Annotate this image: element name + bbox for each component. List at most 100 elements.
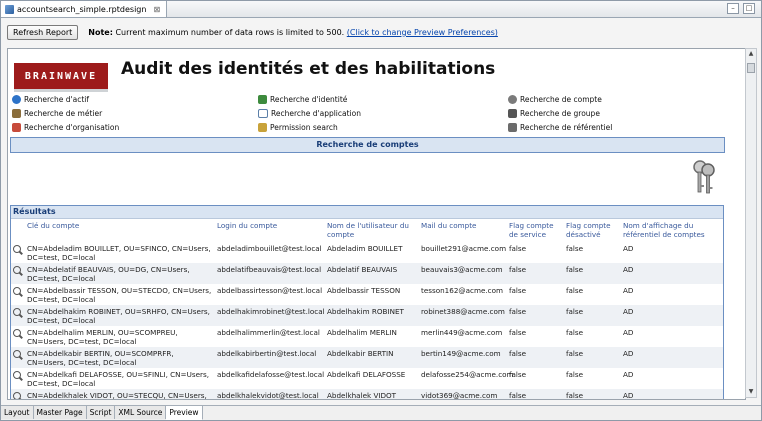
table-cell: AD bbox=[623, 328, 634, 337]
nav-link-metier[interactable]: Recherche de métier bbox=[12, 109, 102, 118]
table-cell: CN=Abdelkhalek VIDOT, OU=STECQU, CN=User… bbox=[25, 389, 215, 399]
table-cell: false bbox=[509, 370, 527, 379]
table-cell: false bbox=[564, 347, 621, 368]
vertical-scrollbar[interactable]: ▲ ▼ bbox=[745, 48, 757, 398]
table-cell: robinet388@acme.com bbox=[419, 305, 507, 326]
people-icon bbox=[258, 95, 267, 104]
column-header: Nom d'affichage du référentiel de compte… bbox=[623, 221, 705, 239]
note-label: Note: bbox=[88, 28, 113, 37]
nav-link-actif[interactable]: Recherche d'actif bbox=[12, 95, 89, 104]
row-action-cell[interactable] bbox=[11, 284, 25, 305]
bottom-tab-xml-source[interactable]: XML Source bbox=[115, 406, 167, 419]
window-icon bbox=[258, 109, 268, 118]
table-row[interactable]: CN=Abdelkhalek VIDOT, OU=STECQU, CN=User… bbox=[11, 389, 723, 399]
table-row[interactable]: CN=Abdelhakim ROBINET, OU=SRHFO, CN=User… bbox=[11, 305, 723, 326]
table-cell: CN=Abdeladim BOUILLET, OU=SFINCO, CN=Use… bbox=[27, 244, 211, 262]
nav-link-compte[interactable]: Recherche de compte bbox=[508, 95, 602, 104]
row-action-cell[interactable] bbox=[11, 368, 25, 389]
nav-link-permission[interactable]: Permission search bbox=[258, 123, 338, 132]
close-icon[interactable]: ⊠ bbox=[153, 5, 160, 14]
keys-icon bbox=[693, 160, 715, 194]
key-icon bbox=[508, 95, 517, 104]
minimize-icon[interactable]: – bbox=[727, 3, 739, 14]
table-cell: Abdelkhalek VIDOT bbox=[325, 389, 419, 399]
magnifier-icon[interactable] bbox=[13, 392, 21, 399]
magnifier-icon[interactable] bbox=[13, 350, 21, 358]
search-section-header: Recherche de comptes bbox=[10, 137, 725, 153]
bottom-tab-script[interactable]: Script bbox=[86, 406, 116, 419]
magnifier-icon[interactable] bbox=[13, 287, 21, 295]
column-header: Mail du compte bbox=[421, 221, 477, 230]
scroll-down-icon[interactable]: ▼ bbox=[747, 388, 755, 396]
editor-tab-label: accountsearch_simple.rptdesign bbox=[17, 4, 147, 14]
row-action-cell[interactable] bbox=[11, 305, 25, 326]
table-cell: abdelhalimmerlin@test.local bbox=[217, 328, 320, 337]
table-cell: false bbox=[566, 370, 584, 379]
table-cell: tesson162@acme.com bbox=[421, 286, 504, 295]
column-header: Login du compte bbox=[217, 221, 278, 230]
lock-icon bbox=[258, 123, 267, 132]
table-cell: false bbox=[509, 286, 527, 295]
window-controls: – □ bbox=[727, 3, 755, 14]
scroll-up-icon[interactable]: ▲ bbox=[747, 50, 755, 58]
bottom-tab-master-page[interactable]: Master Page bbox=[33, 406, 87, 419]
preview-preferences-link[interactable]: (Click to change Preview Preferences) bbox=[347, 28, 498, 37]
table-cell: false bbox=[566, 244, 584, 253]
table-cell: false bbox=[564, 263, 621, 284]
header-spacer bbox=[11, 219, 25, 242]
magnifier-icon[interactable] bbox=[13, 308, 21, 316]
bottom-tab-layout[interactable]: Layout bbox=[1, 406, 34, 419]
editor-bottom-tabs: Layout Master Page Script XML Source Preview bbox=[1, 405, 761, 420]
table-cell: AD bbox=[621, 389, 723, 399]
editor-tab-bar: accountsearch_simple.rptdesign ⊠ – □ bbox=[1, 1, 761, 18]
table-cell: abdelbassirtesson@test.local bbox=[217, 286, 323, 295]
row-action-cell[interactable] bbox=[11, 389, 25, 399]
table-cell: AD bbox=[621, 305, 723, 326]
table-cell: false bbox=[507, 347, 564, 368]
column-header: Flag compte de service bbox=[509, 221, 554, 239]
refresh-report-button[interactable]: Refresh Report bbox=[7, 25, 79, 40]
table-cell: CN=Abdelkabir BERTIN, OU=SCOMPRFR, CN=Us… bbox=[25, 347, 215, 368]
report-viewport[interactable]: BRAINWAVE Audit des identités et des hab… bbox=[7, 48, 746, 400]
group-icon bbox=[508, 109, 517, 118]
nav-link-organisation[interactable]: Recherche d'organisation bbox=[12, 123, 119, 132]
bottom-tab-preview[interactable]: Preview bbox=[166, 406, 203, 420]
row-action-cell[interactable] bbox=[11, 263, 25, 284]
table-cell: AD bbox=[623, 244, 634, 253]
magnifier-icon[interactable] bbox=[13, 329, 21, 337]
table-row[interactable]: CN=Abdelatif BEAUVAIS, OU=DG, CN=Users, … bbox=[11, 263, 723, 284]
row-action-cell[interactable] bbox=[11, 347, 25, 368]
table-cell: CN=Abdelhalim MERLIN, OU=SCOMPREU, CN=Us… bbox=[27, 328, 178, 346]
nav-link-identite[interactable]: Recherche d'identité bbox=[258, 95, 347, 104]
nav-link-groupe[interactable]: Recherche de groupe bbox=[508, 109, 600, 118]
table-row[interactable]: CN=Abdelbassir TESSON, OU=STECDO, CN=Use… bbox=[11, 284, 723, 305]
table-cell: AD bbox=[621, 347, 723, 368]
row-action-cell[interactable] bbox=[11, 242, 25, 263]
report-file-icon bbox=[5, 4, 14, 14]
row-action-cell[interactable] bbox=[11, 326, 25, 347]
scroll-thumb[interactable] bbox=[747, 63, 755, 73]
editor-tab[interactable]: accountsearch_simple.rptdesign ⊠ bbox=[1, 1, 168, 17]
column-header: Clé du compte bbox=[27, 221, 80, 230]
table-row[interactable]: CN=Abdelhalim MERLIN, OU=SCOMPREU, CN=Us… bbox=[11, 326, 723, 347]
maximize-icon[interactable]: □ bbox=[743, 3, 755, 14]
database-icon bbox=[508, 123, 517, 132]
results-table: Clé du compte Login du compte Nom de l'u… bbox=[11, 219, 723, 399]
magnifier-icon[interactable] bbox=[13, 266, 21, 274]
table-row[interactable]: CN=Abdelkafi DELAFOSSE, OU=SFINLI, CN=Us… bbox=[11, 368, 723, 389]
table-row[interactable]: CN=Abdelkabir BERTIN, OU=SCOMPRFR, CN=Us… bbox=[11, 347, 723, 368]
table-cell: Abdelbassir TESSON bbox=[327, 286, 401, 295]
table-cell: AD bbox=[621, 263, 723, 284]
table-cell: beauvais3@acme.com bbox=[419, 263, 507, 284]
table-cell: vidot369@acme.com bbox=[419, 389, 507, 399]
magnifier-icon[interactable] bbox=[13, 245, 21, 253]
logo-underline bbox=[14, 89, 108, 92]
nav-link-application[interactable]: Recherche d'application bbox=[258, 109, 361, 118]
table-cell: abdelhakimrobinet@test.local bbox=[215, 305, 325, 326]
nav-link-referentiel[interactable]: Recherche de référentiel bbox=[508, 123, 612, 132]
brainwave-logo: BRAINWAVE bbox=[14, 63, 108, 89]
table-cell: false bbox=[509, 328, 527, 337]
table-cell: false bbox=[564, 305, 621, 326]
magnifier-icon[interactable] bbox=[13, 371, 21, 379]
table-row[interactable]: CN=Abdeladim BOUILLET, OU=SFINCO, CN=Use… bbox=[11, 242, 723, 263]
